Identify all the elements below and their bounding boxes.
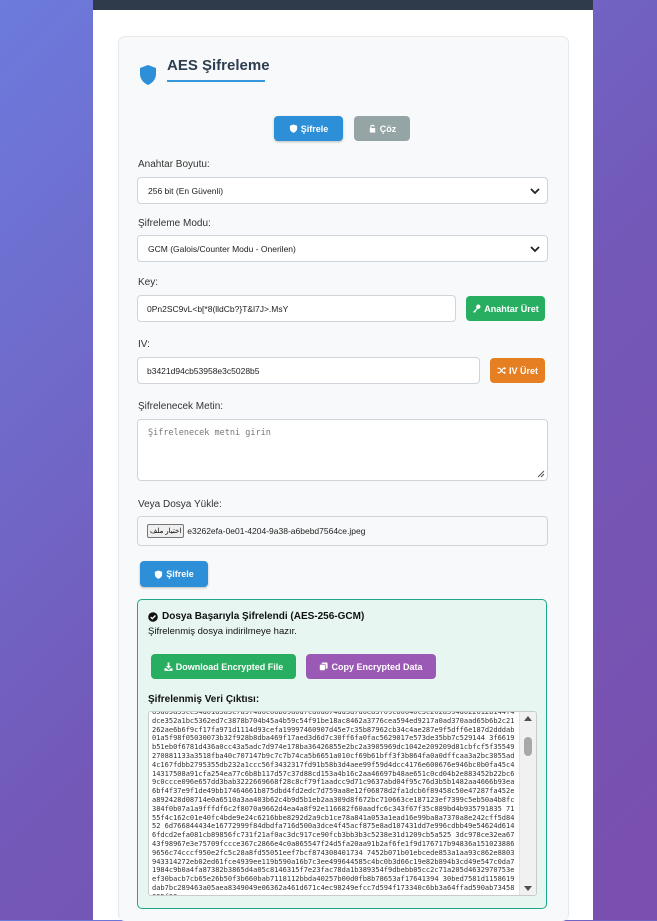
file-label: Veya Dosya Yükle: [138, 499, 222, 510]
mode-label: Şifreleme Modu: [138, 218, 211, 229]
encrypt-submit-label: Şifrele [166, 569, 194, 579]
page-title: AES Şifreleme [167, 57, 270, 74]
output-scrollbar[interactable] [519, 712, 536, 895]
top-nav-bar [93, 0, 593, 10]
copy-label: Copy Encrypted Data [331, 661, 423, 672]
key-icon [473, 304, 481, 313]
result-message: Şifrelenmiş dosya indirilmeye hazır. [148, 626, 297, 637]
title-underline [167, 80, 265, 82]
scroll-down-arrow-icon[interactable] [524, 886, 532, 891]
shield-icon [289, 124, 297, 133]
plaintext-placeholder: Şifrelenecek metni girin [148, 428, 271, 438]
key-label: Key: [138, 277, 159, 288]
generate-iv-label: IV Üret [508, 365, 538, 376]
download-label: Download Encrypted File [175, 661, 284, 672]
shuffle-icon [497, 366, 506, 375]
key-size-label: Anahtar Boyutu: [138, 159, 210, 170]
file-name: e3262efa-0e01-4204-9a38-a6bebd7564ce.jpe… [187, 526, 366, 536]
encrypted-output-text: 65a05a55cc54d0185a3c7a9f4a6c66b09a0d7cd0… [152, 711, 515, 895]
chevron-down-icon [530, 188, 540, 195]
key-size-value: 256 bit (En Güvenli) [148, 185, 224, 196]
tab-encrypt[interactable]: Şifrele [274, 116, 343, 141]
key-input[interactable]: 0Pn2SC9vL<b[*8(lldCb?}T&l7J>.MsY [137, 295, 456, 322]
encrypt-submit-button[interactable]: Şifrele [140, 561, 208, 587]
iv-input[interactable]: b3421d94cb53958e3c5028b5 [137, 357, 480, 384]
choose-file-button[interactable]: اختيار ملف [147, 524, 185, 538]
shield-icon [155, 569, 163, 579]
tab-decrypt-label: Çöz [379, 123, 397, 134]
plaintext-textarea[interactable]: Şifrelenecek metni girin [137, 419, 548, 481]
generate-key-button[interactable]: Anahtar Üret [466, 296, 545, 321]
resize-handle-icon[interactable] [537, 470, 545, 478]
copy-icon [319, 662, 329, 671]
scroll-up-arrow-icon[interactable] [524, 716, 532, 721]
encrypted-output-textarea[interactable]: 65a05a55cc54d0185a3c7a9f4a6c66b09a0d7cd0… [148, 711, 537, 896]
key-value: 0Pn2SC9vL<b[*8(lldCb?}T&l7J>.MsY [147, 303, 289, 314]
generate-iv-button[interactable]: IV Üret [490, 358, 545, 383]
unlock-icon [369, 124, 375, 133]
shield-icon [140, 65, 156, 85]
check-circle-icon [148, 611, 158, 622]
plaintext-label: Şifrelenecek Metin: [138, 401, 224, 412]
chevron-down-icon [530, 246, 540, 253]
tab-encrypt-label: Şifrele [300, 123, 329, 134]
iv-label: IV: [138, 339, 150, 350]
result-title: Dosya Başarıyla Şifrelendi (AES-256-GCM) [148, 611, 364, 622]
scrollbar-thumb[interactable] [524, 737, 532, 756]
output-label: Şifrelenmiş Veri Çıktısı: [148, 694, 260, 705]
tab-decrypt[interactable]: Çöz [354, 116, 410, 141]
download-icon [164, 662, 173, 671]
iv-value: b3421d94cb53958e3c5028b5 [147, 365, 260, 376]
copy-encrypted-button[interactable]: Copy Encrypted Data [306, 654, 436, 679]
mode-value: GCM (Galois/Counter Modu - Onerilen) [148, 243, 296, 254]
result-title-text: Dosya Başarıyla Şifrelendi (AES-256-GCM) [162, 611, 365, 622]
file-upload-input[interactable]: اختيار ملف e3262efa-0e01-4204-9a38-a6beb… [137, 516, 548, 546]
mode-select[interactable]: GCM (Galois/Counter Modu - Onerilen) [137, 235, 548, 262]
key-size-select[interactable]: 256 bit (En Güvenli) [137, 177, 548, 204]
download-encrypted-button[interactable]: Download Encrypted File [151, 654, 296, 679]
generate-key-label: Anahtar Üret [484, 303, 539, 314]
